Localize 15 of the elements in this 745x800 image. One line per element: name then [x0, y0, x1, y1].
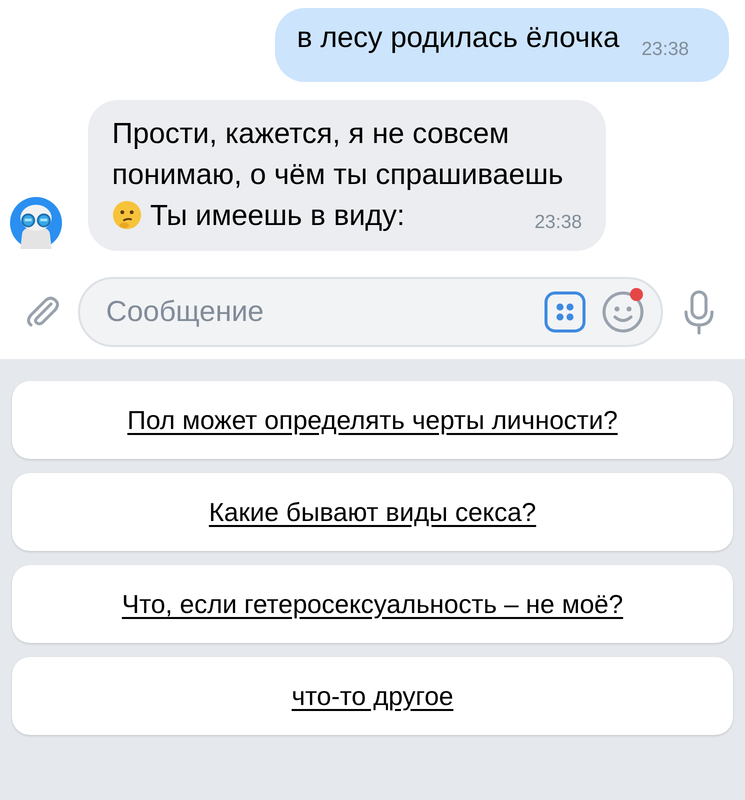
quick-reply-button[interactable]: Какие бывают виды секса?: [12, 473, 733, 551]
quick-reply-button[interactable]: Пол может определять черты личности?: [12, 381, 733, 459]
quick-reply-button[interactable]: что-то другое: [12, 657, 733, 735]
thinking-face-icon: [112, 200, 142, 230]
message-input[interactable]: Сообщение: [104, 294, 529, 330]
message-field[interactable]: Сообщение: [78, 277, 663, 347]
message-text: в лесу родилась ёлочка: [296, 22, 620, 54]
smiley-icon[interactable]: [601, 290, 645, 334]
message-time: 23:38: [534, 211, 582, 235]
robot-avatar-icon: [10, 197, 62, 249]
quick-reply-button[interactable]: Что, если гетеросексуальность – не моё?: [12, 565, 733, 643]
message-text: Ты имеешь в виду:: [150, 200, 405, 232]
message-text: Прости, кажется, я не совсем понимаю, о чём ты спрашиваешь: [112, 118, 564, 191]
apps-icon[interactable]: [543, 290, 587, 334]
message-time: 23:38: [641, 38, 689, 62]
